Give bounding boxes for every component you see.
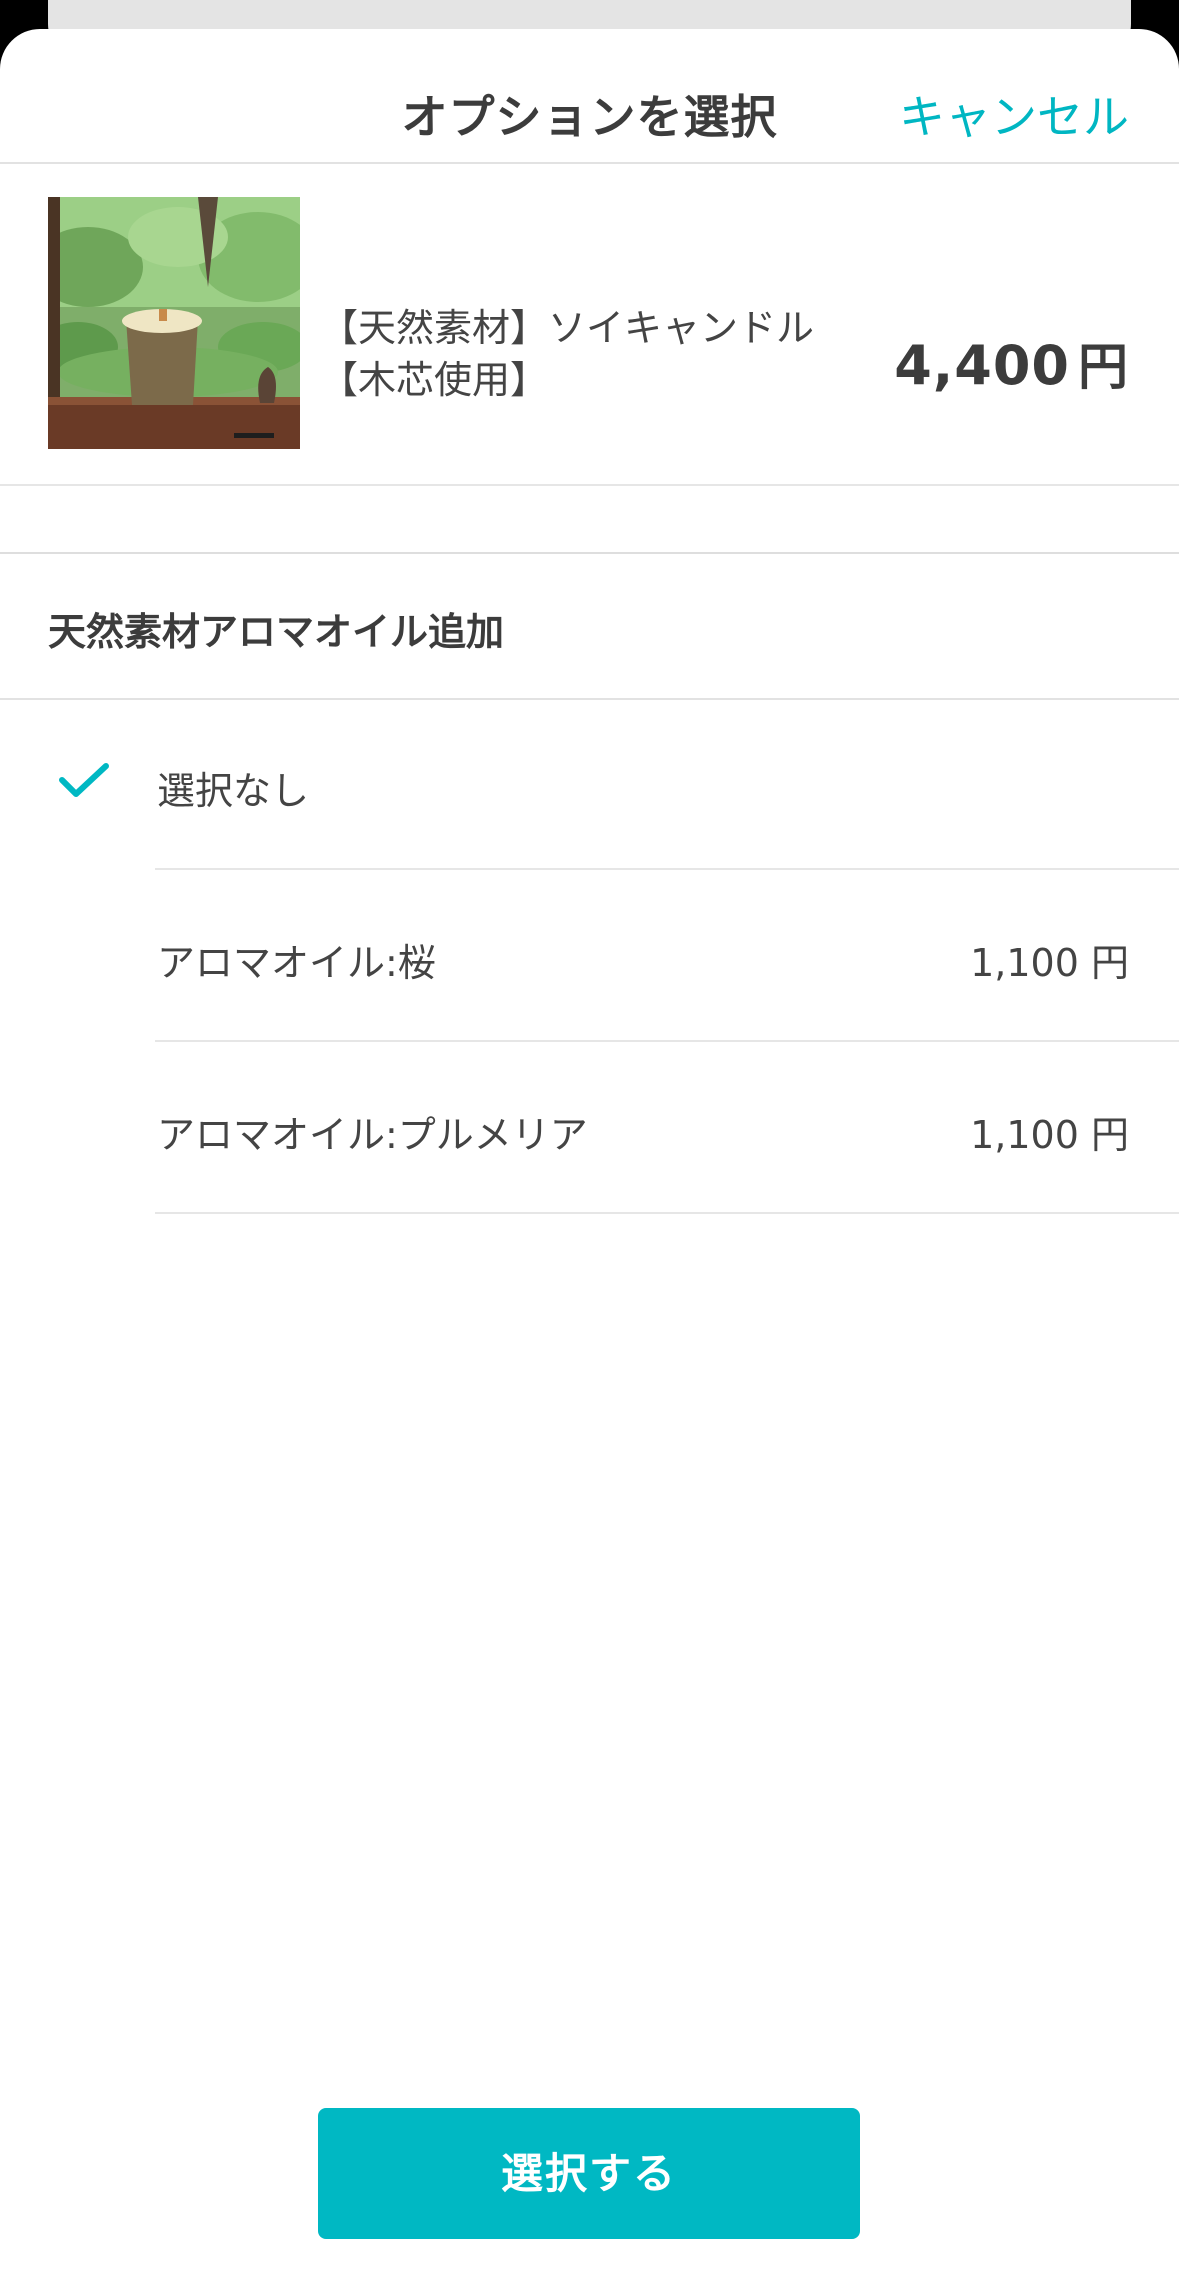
product-price-value: 4,400	[894, 334, 1070, 397]
product-summary: 【天然素材】ソイキャンドル 【木芯使用】 4,400 円	[0, 164, 1179, 486]
product-name-line-1: 【天然素材】ソイキャンドル	[320, 306, 815, 350]
option-row-sakura[interactable]: アロマオイル:桜 1,100 円	[0, 872, 1179, 1042]
divider	[155, 868, 1179, 870]
option-group-header: 天然素材アロマオイル追加	[0, 554, 1179, 700]
option-label: アロマオイル:桜	[157, 941, 436, 985]
sheet-header: オプションを選択 キャンセル	[0, 29, 1179, 164]
option-row-none[interactable]: 選択なし	[0, 700, 1179, 870]
option-label: アロマオイル:プルメリア	[157, 1113, 588, 1157]
product-name: 【天然素材】ソイキャンドル 【木芯使用】	[320, 302, 840, 406]
checkmark-icon	[59, 763, 109, 797]
divider	[155, 1212, 1179, 1214]
option-price: 1,100 円	[970, 941, 1129, 985]
option-sheet: オプションを選択 キャンセル 【天然素材】ソイキャンドル 【木芯使用】 4,40…	[0, 29, 1179, 2295]
divider	[155, 1040, 1179, 1042]
option-row-plumeria[interactable]: アロマオイル:プルメリア 1,100 円	[0, 1044, 1179, 1214]
product-price-currency: 円	[1078, 338, 1129, 396]
product-price: 4,400 円	[894, 327, 1129, 399]
select-button[interactable]: 選択する	[318, 2108, 860, 2239]
option-price: 1,100 円	[970, 1113, 1129, 1157]
product-thumbnail	[48, 197, 300, 449]
option-group-title: 天然素材アロマオイル追加	[48, 610, 505, 654]
option-label: 選択なし	[157, 769, 310, 813]
section-spacer	[0, 486, 1179, 554]
product-name-line-2: 【木芯使用】	[320, 358, 549, 402]
cancel-button[interactable]: キャンセル	[899, 81, 1129, 147]
